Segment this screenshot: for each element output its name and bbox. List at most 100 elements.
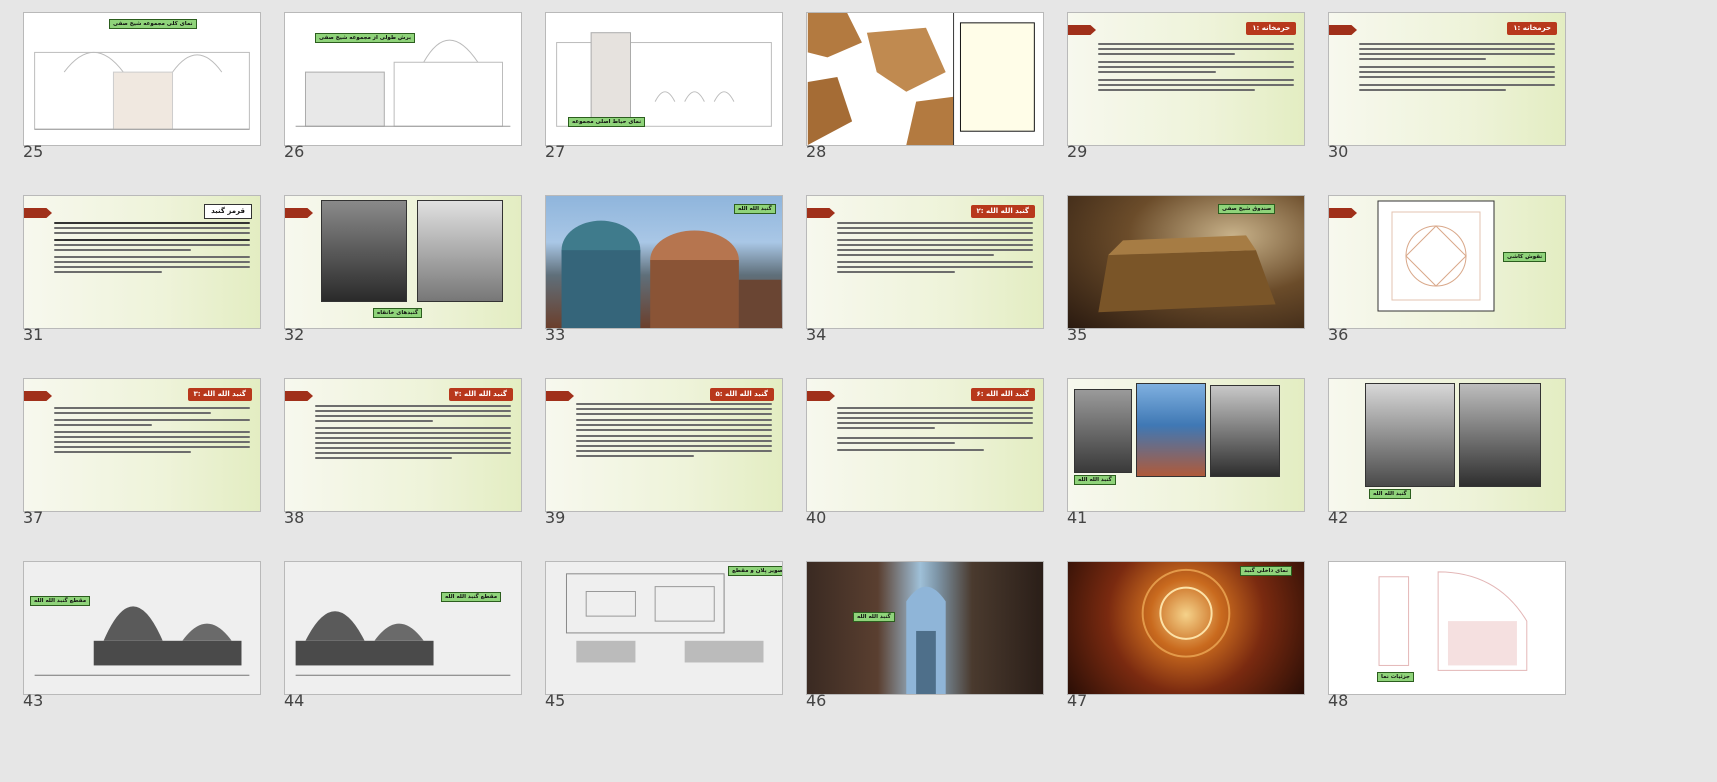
slide-caption: گنبد الله الله — [853, 612, 895, 622]
text-body — [54, 407, 250, 456]
arrow-icon — [807, 208, 835, 218]
text-body — [576, 403, 772, 460]
slide-thumbnail-29[interactable]: ۱: حرمخانه — [1067, 12, 1305, 146]
slide-thumbnail-35[interactable]: صندوق شیخ صفی — [1067, 195, 1305, 329]
slide-caption: صندوق شیخ صفی — [1218, 204, 1276, 214]
slide-thumbnail-33[interactable]: گنبد الله الله — [545, 195, 783, 329]
arrow-icon — [546, 391, 574, 401]
slide-thumbnail-44[interactable]: مقطع گنبد الله الله — [284, 561, 522, 695]
slide-number: 38 — [284, 508, 305, 527]
slide-number: 46 — [806, 691, 827, 710]
slide-caption: نقوش کاشی — [1503, 252, 1547, 262]
slide-thumbnail-31[interactable]: قرمز گنبد — [23, 195, 261, 329]
slide-number: 40 — [806, 508, 827, 527]
slide-number: 30 — [1328, 142, 1349, 161]
arrow-icon — [1068, 25, 1096, 35]
detail-drawing — [1378, 571, 1528, 671]
slide-number: 41 — [1067, 508, 1088, 527]
text-body — [837, 407, 1033, 454]
slide-title: ۱: حرمخانه — [1246, 22, 1296, 35]
slide-thumbnail-47[interactable]: نمای داخلی گنبد — [1067, 561, 1305, 695]
slide-thumbnail-40[interactable]: ۶: گنبد الله الله — [806, 378, 1044, 512]
arrow-icon — [285, 391, 313, 401]
section-scan-drawing — [295, 611, 511, 676]
slide-caption: گنبدهای خانقاه — [373, 308, 423, 318]
slide-thumbnail-36[interactable]: نقوش کاشی — [1328, 195, 1566, 329]
slide-thumbnail-45[interactable]: تصویر پلان و مقطع — [545, 561, 783, 695]
slide-thumbnail-41[interactable]: گنبد الله الله — [1067, 378, 1305, 512]
photo-tower-bw — [1074, 389, 1132, 473]
slide-title: ۱: حرمخانه — [1507, 22, 1557, 35]
slide-thumbnail-48[interactable]: جزئیات نما — [1328, 561, 1566, 695]
slide-number: 34 — [806, 325, 827, 344]
elevation-drawing — [34, 51, 250, 130]
slide-caption: گنبد الله الله — [1074, 475, 1116, 485]
photo-tomb — [1098, 235, 1276, 313]
slide-thumbnail-43[interactable]: مقطع گنبد الله الله — [23, 561, 261, 695]
slide-caption: نمای داخلی گنبد — [1240, 566, 1293, 576]
photo-tower-bw — [1210, 385, 1280, 477]
photo-dome-bw — [321, 200, 407, 302]
slide-title: ۲: گنبد الله الله — [970, 205, 1035, 218]
text-body — [1098, 43, 1294, 94]
slide-thumbnail-32[interactable]: گنبدهای خانقاه — [284, 195, 522, 329]
slide-number: 32 — [284, 325, 305, 344]
slide-caption: برش طولی از مجموعه شیخ صفی — [315, 33, 416, 43]
photo-interior-bw — [1365, 383, 1455, 487]
slide-caption: مقطع گنبد الله الله — [441, 592, 502, 602]
arrow-icon — [1329, 25, 1357, 35]
slide-number: 47 — [1067, 691, 1088, 710]
slide-caption: نمای حیاط اصلی مجموعه — [568, 117, 646, 127]
arrow-icon — [1329, 208, 1357, 218]
slide-thumbnail-34[interactable]: ۲: گنبد الله الله — [806, 195, 1044, 329]
site-plan-drawing — [807, 13, 1035, 145]
tile-pattern-drawing — [1377, 200, 1495, 312]
arrow-icon — [285, 208, 313, 218]
slide-thumbnail-27[interactable]: نمای حیاط اصلی مجموعه — [545, 12, 783, 146]
slide-thumbnail-42[interactable]: گنبد الله الله — [1328, 378, 1566, 512]
slide-title: ۳: گنبد الله الله — [187, 388, 252, 401]
slide-caption: نمای کلی مجموعه شیخ صفی — [109, 19, 197, 29]
slide-number: 27 — [545, 142, 566, 161]
photo-dome-bw — [417, 200, 503, 302]
slide-number: 42 — [1328, 508, 1349, 527]
slide-number: 33 — [545, 325, 566, 344]
section-scan-drawing — [34, 606, 250, 676]
slide-thumbnail-28[interactable] — [806, 12, 1044, 146]
text-body — [54, 222, 250, 276]
slide-caption: گنبد الله الله — [1369, 489, 1411, 499]
slide-caption: جزئیات نما — [1377, 672, 1415, 682]
slide-caption: گنبد الله الله — [734, 204, 776, 214]
slide-thumbnail-30[interactable]: ۱: حرمخانه — [1328, 12, 1566, 146]
slide-title: قرمز گنبد — [204, 204, 252, 219]
arrow-icon — [24, 208, 52, 218]
slide-title: ۶: گنبد الله الله — [970, 388, 1035, 401]
slide-thumbnail-39[interactable]: ۵: گنبد الله الله — [545, 378, 783, 512]
slide-number: 31 — [23, 325, 44, 344]
slide-number: 36 — [1328, 325, 1349, 344]
slide-caption: تصویر پلان و مقطع — [728, 566, 782, 576]
slide-thumbnail-38[interactable]: ۴: گنبد الله الله — [284, 378, 522, 512]
slide-thumbnail-26[interactable]: برش طولی از مجموعه شیخ صفی — [284, 12, 522, 146]
slide-thumbnail-25[interactable]: نمای کلی مجموعه شیخ صفی — [23, 12, 261, 146]
photo-ceiling — [1141, 568, 1231, 658]
photo-domes — [561, 220, 782, 328]
slide-caption: مقطع گنبد الله الله — [30, 596, 91, 606]
photo-doorway — [906, 586, 946, 694]
slide-title: ۵: گنبد الله الله — [709, 388, 774, 401]
photo-interior-bw — [1459, 383, 1541, 487]
photo-tower-color — [1136, 383, 1206, 477]
slide-number: 28 — [806, 142, 827, 161]
text-body — [315, 405, 511, 462]
slide-number: 37 — [23, 508, 44, 527]
slide-number: 45 — [545, 691, 566, 710]
arrow-icon — [807, 391, 835, 401]
slide-thumbnail-46[interactable]: گنبد الله الله — [806, 561, 1044, 695]
plan-scan-drawing — [565, 573, 764, 663]
text-body — [1359, 43, 1555, 94]
text-body — [837, 222, 1033, 276]
slide-number: 39 — [545, 508, 566, 527]
arrow-icon — [24, 391, 52, 401]
slide-thumbnail-37[interactable]: ۳: گنبد الله الله — [23, 378, 261, 512]
slide-number: 48 — [1328, 691, 1349, 710]
